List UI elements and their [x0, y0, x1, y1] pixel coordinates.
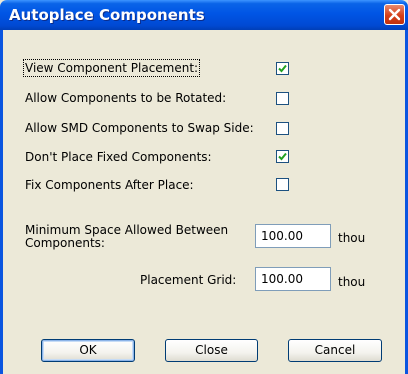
placement-grid-label: Placement Grid: — [140, 273, 237, 287]
window-title: Autoplace Components — [9, 6, 205, 24]
option-label-view-placement[interactable]: View Component Placement: — [22, 59, 201, 77]
option-label-dont-place-fixed[interactable]: Don't Place Fixed Components: — [25, 150, 212, 164]
min-space-unit: thou — [338, 231, 366, 245]
placement-grid-unit: thou — [338, 275, 366, 289]
dont-place-fixed-checkbox[interactable] — [276, 150, 289, 163]
min-space-label: Minimum Space Allowed Between Components… — [25, 223, 229, 250]
placement-grid-input[interactable]: 100.00 — [255, 267, 331, 291]
allow-rotated-checkbox[interactable] — [276, 92, 289, 105]
option-label-allow-rotated[interactable]: Allow Components to be Rotated: — [25, 91, 226, 105]
checkmark-icon — [278, 64, 287, 73]
view-placement-checkbox[interactable] — [276, 62, 289, 75]
swap-side-checkbox[interactable] — [276, 122, 289, 135]
checkmark-icon — [278, 152, 287, 161]
cancel-button[interactable]: Cancel — [288, 339, 382, 362]
close-window-button[interactable] — [384, 4, 405, 25]
ok-button[interactable]: OK — [41, 339, 135, 362]
option-label-fix-after-place[interactable]: Fix Components After Place: — [25, 178, 194, 192]
min-space-input[interactable]: 100.00 — [255, 224, 331, 248]
option-label-swap-side[interactable]: Allow SMD Components to Swap Side: — [25, 121, 254, 135]
fix-after-place-checkbox[interactable] — [276, 178, 289, 191]
close-button[interactable]: Close — [165, 339, 258, 362]
close-x-icon — [388, 8, 401, 21]
window-frame-left — [0, 30, 3, 374]
title-bar[interactable]: Autoplace Components — [0, 0, 408, 30]
